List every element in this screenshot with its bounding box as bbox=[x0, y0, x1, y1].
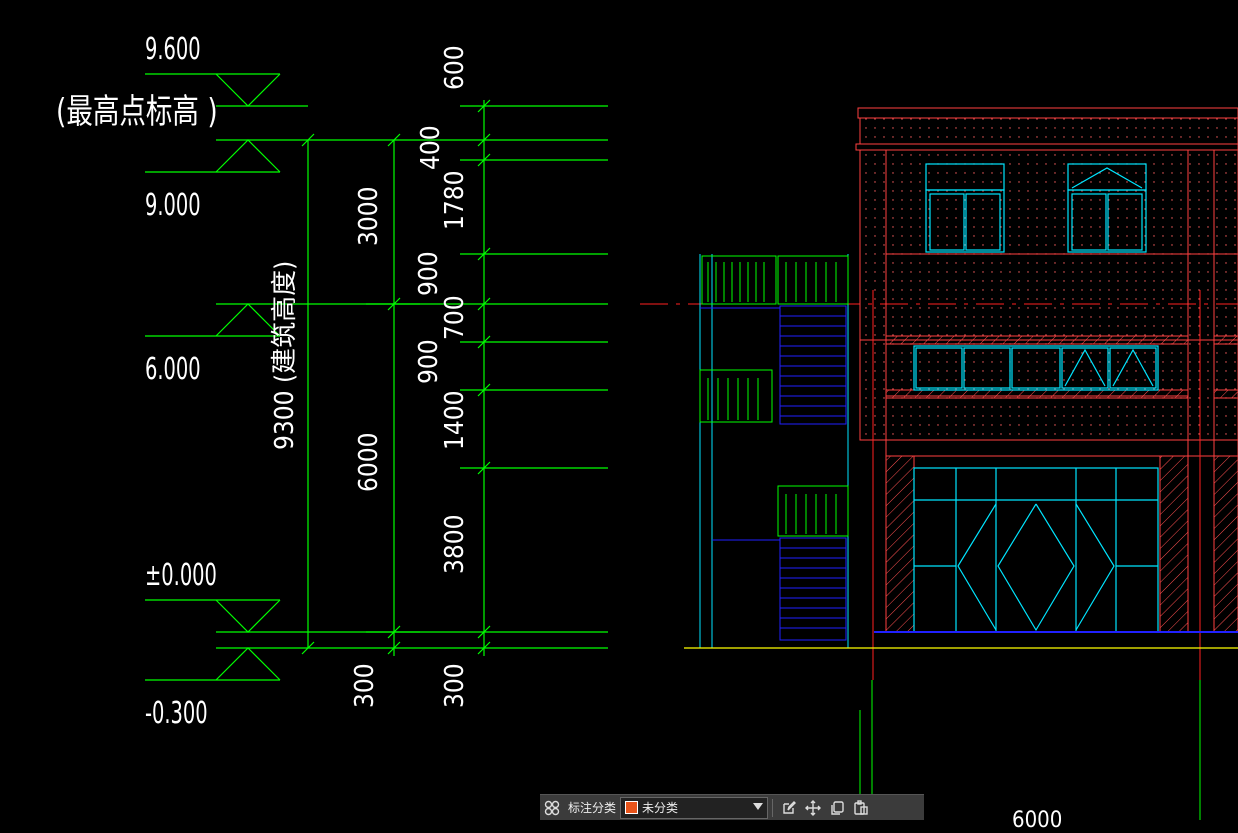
level-label-floor2: 6.000 bbox=[145, 352, 201, 387]
category-selected-value: 未分类 bbox=[642, 801, 679, 815]
dim-col3-600: 600 bbox=[440, 45, 470, 90]
dim-col3-700: 700 bbox=[440, 295, 470, 340]
dim-col3-400: 400 bbox=[416, 125, 446, 170]
paste-icon[interactable] bbox=[849, 797, 873, 819]
dim-bottom-partial: 6000 bbox=[1012, 808, 1063, 833]
dim-col2-300: 300 bbox=[350, 663, 380, 708]
grid-icon[interactable] bbox=[540, 797, 564, 819]
level-label-top: 9.600 bbox=[145, 32, 201, 67]
dim-col3-300: 300 bbox=[440, 663, 470, 708]
dim-col3-1400: 1400 bbox=[440, 390, 470, 450]
level-label-roof: 9.000 bbox=[145, 188, 201, 223]
dim-col3-3800: 3800 bbox=[440, 514, 470, 574]
level-label-base: -0.300 bbox=[145, 696, 208, 731]
dim-col3-900a: 900 bbox=[414, 251, 444, 296]
highest-point-note: (最高点标高 ) bbox=[56, 92, 218, 132]
dim-col3-1780: 1780 bbox=[440, 170, 470, 230]
move-icon[interactable] bbox=[801, 797, 825, 819]
level-label-ground: ±0.000 bbox=[145, 558, 217, 593]
annotation-category-toolbar: 标注分类 未分类 bbox=[540, 794, 924, 820]
category-color-swatch bbox=[625, 801, 639, 814]
dim-col3-900b: 900 bbox=[414, 339, 444, 384]
copy-icon[interactable] bbox=[825, 797, 849, 819]
toolbar-divider bbox=[772, 798, 774, 817]
building-elevation[interactable] bbox=[640, 107, 1238, 820]
dim-total-height: 9300 (建筑高度) bbox=[270, 260, 300, 450]
dim-col2-6000: 6000 bbox=[354, 432, 384, 492]
edit-icon[interactable] bbox=[777, 797, 801, 819]
category-label: 标注分类 bbox=[568, 801, 617, 815]
stair-treads bbox=[700, 307, 846, 629]
category-select[interactable]: 未分类 bbox=[620, 796, 769, 819]
chevron-down-icon[interactable] bbox=[753, 802, 764, 810]
dim-col2-3000: 3000 bbox=[354, 186, 384, 246]
